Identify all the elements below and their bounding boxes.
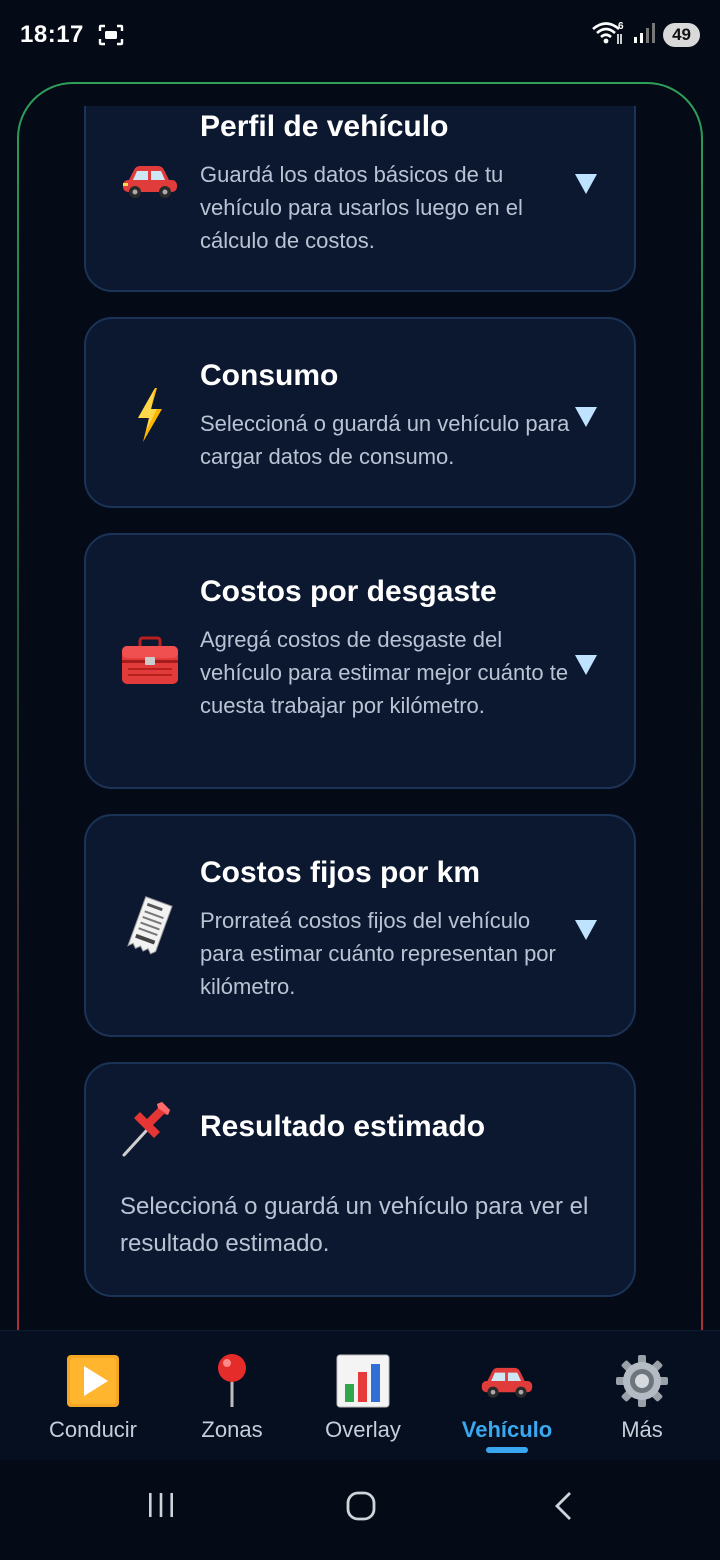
chevron-down-icon[interactable] bbox=[573, 653, 599, 677]
status-time: 18:17 bbox=[20, 21, 84, 48]
home-icon[interactable] bbox=[345, 1490, 377, 1527]
signal-icon bbox=[633, 22, 656, 49]
card-description: Guardá los datos básicos de tu vehículo … bbox=[200, 162, 523, 253]
nav-item-conducir[interactable]: Conducir bbox=[28, 1331, 158, 1461]
nav-item-vehiculo[interactable]: Vehículo bbox=[442, 1331, 572, 1461]
card-description: Agregá costos de desgaste del vehículo p… bbox=[200, 627, 569, 718]
lightning-icon bbox=[120, 385, 180, 445]
chevron-down-icon[interactable] bbox=[573, 172, 599, 196]
nav-item-overlay[interactable]: Overlay bbox=[298, 1331, 428, 1461]
bar-chart-icon bbox=[335, 1353, 391, 1409]
card-resultado-estimado: Resultado estimado Seleccioná o guardá u… bbox=[84, 1062, 636, 1297]
card-title: Perfil de vehículo bbox=[200, 110, 449, 143]
active-tab-indicator bbox=[486, 1447, 528, 1453]
nav-label: Conducir bbox=[48, 1417, 138, 1442]
wifi-icon: 6 bbox=[591, 20, 625, 51]
card-title: Resultado estimado bbox=[200, 1110, 486, 1143]
card-description: Seleccioná o guardá un vehículo para car… bbox=[200, 411, 570, 469]
nav-item-mas[interactable]: Más bbox=[577, 1331, 707, 1461]
gear-icon bbox=[614, 1353, 670, 1409]
card-costos-desgaste[interactable]: Costos por desgaste Agregá costos de des… bbox=[84, 533, 636, 789]
bottom-nav: Conducir Zonas Overlay Vehículo Más bbox=[0, 1330, 720, 1460]
card-title: Consumo bbox=[200, 359, 339, 392]
car-icon bbox=[120, 150, 180, 210]
recent-apps-icon[interactable] bbox=[146, 1490, 176, 1525]
pushpin-icon bbox=[120, 1098, 180, 1158]
status-bar: 18:17 6 49 bbox=[0, 0, 720, 70]
card-title: Costos por desgaste bbox=[200, 575, 497, 608]
wifi-badge: 6 bbox=[618, 21, 624, 32]
nav-label: Más bbox=[621, 1417, 663, 1442]
map-pin-icon bbox=[204, 1353, 260, 1409]
nav-label: Vehículo bbox=[461, 1417, 553, 1442]
card-description: Seleccioná o guardá un vehículo para ver… bbox=[120, 1193, 589, 1257]
card-description: Prorrateá costos fijos del vehículo para… bbox=[200, 908, 556, 999]
card-title: Costos fijos por km bbox=[200, 856, 481, 889]
car-icon bbox=[479, 1353, 535, 1409]
toolbox-icon bbox=[120, 631, 180, 691]
screenshot-icon bbox=[98, 24, 124, 46]
chevron-down-icon[interactable] bbox=[573, 918, 599, 942]
play-icon bbox=[65, 1353, 121, 1409]
nav-label: Overlay bbox=[325, 1417, 401, 1442]
card-perfil-vehiculo[interactable]: Perfil de vehículo Guardá los datos bási… bbox=[84, 106, 636, 292]
card-costos-fijos[interactable]: Costos fijos por km Prorrateá costos fij… bbox=[84, 814, 636, 1037]
receipt-icon bbox=[120, 896, 180, 956]
back-icon[interactable] bbox=[552, 1490, 576, 1527]
nav-label: Zonas bbox=[201, 1417, 263, 1442]
nav-item-zonas[interactable]: Zonas bbox=[167, 1331, 297, 1461]
chevron-down-icon[interactable] bbox=[573, 405, 599, 429]
system-nav-bar bbox=[0, 1460, 720, 1560]
card-consumo[interactable]: Consumo Seleccioná o guardá un vehículo … bbox=[84, 317, 636, 508]
battery-indicator: 49 bbox=[663, 23, 700, 47]
